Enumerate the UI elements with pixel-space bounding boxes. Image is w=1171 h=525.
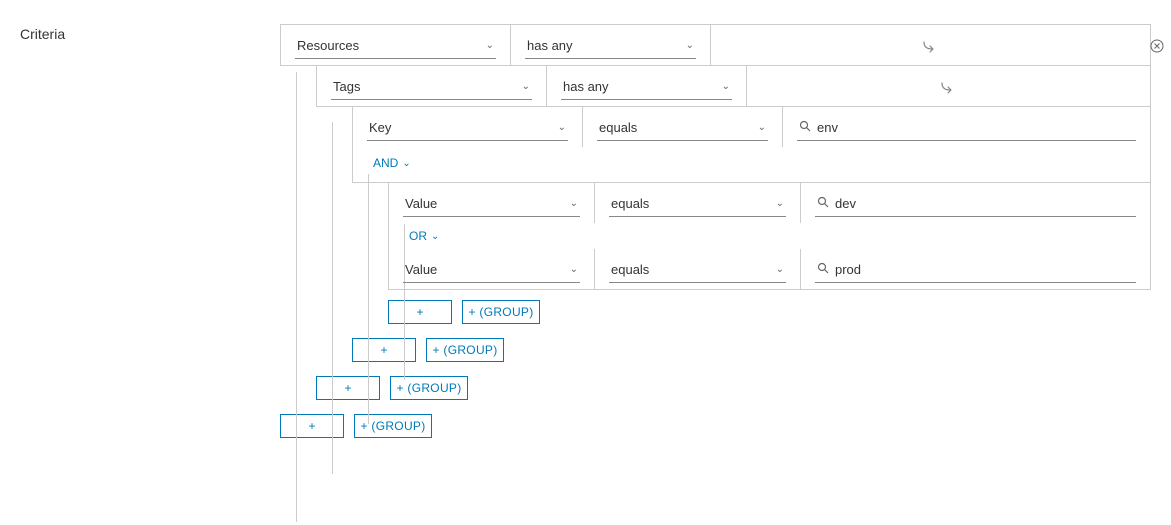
operator-select-value: equals xyxy=(611,196,649,211)
criteria-row-resources: Resources ⌄ has any ⌄ xyxy=(280,24,1151,66)
field-select-value: Resources xyxy=(297,38,359,53)
chevron-down-icon: ⌄ xyxy=(402,158,410,169)
operator-select[interactable]: has any ⌄ xyxy=(561,76,732,100)
add-group-button[interactable]: + (GROUP) xyxy=(426,338,504,362)
field-select-value: Value xyxy=(405,196,437,211)
search-icon xyxy=(817,262,829,277)
value-input[interactable]: dev xyxy=(815,193,1136,217)
field-select-value: Value xyxy=(405,262,437,277)
chevron-down-icon: ⌄ xyxy=(558,122,566,133)
logic-or-toggle[interactable]: OR ⌄ xyxy=(389,223,1150,249)
add-group-button[interactable]: + (GROUP) xyxy=(354,414,432,438)
delete-row-button[interactable] xyxy=(1149,38,1165,54)
operator-select[interactable]: has any ⌄ xyxy=(525,35,696,59)
add-group-button[interactable]: + (GROUP) xyxy=(390,376,468,400)
chevron-down-icon: ⌄ xyxy=(776,264,784,275)
logic-and-toggle[interactable]: AND ⌄ xyxy=(353,150,1150,176)
value-input-text: dev xyxy=(835,196,856,211)
chevron-down-icon: ⌄ xyxy=(570,198,578,209)
operator-select-value: equals xyxy=(611,262,649,277)
value-group: Value ⌄ equals ⌄ xyxy=(388,182,1151,290)
chevron-down-icon: ⌄ xyxy=(758,122,766,133)
value-placeholder xyxy=(725,35,1136,59)
value-input[interactable]: env xyxy=(797,117,1136,141)
add-group-button[interactable]: + (GROUP) xyxy=(462,300,540,324)
value-input-text: prod xyxy=(835,262,861,277)
field-select[interactable]: Value ⌄ xyxy=(403,259,580,283)
logic-or-label: OR xyxy=(409,229,427,243)
criteria-row-value-prod: Value ⌄ equals ⌄ xyxy=(389,249,1150,289)
chevron-down-icon: ⌄ xyxy=(686,40,694,51)
connector-line xyxy=(404,224,405,380)
field-select[interactable]: Key ⌄ xyxy=(367,117,568,141)
operator-select-value: has any xyxy=(563,79,609,94)
criteria-row-key-footer: AND ⌄ xyxy=(352,146,1151,183)
criteria-label: Criteria xyxy=(20,24,280,452)
field-select[interactable]: Value ⌄ xyxy=(403,193,580,217)
search-icon xyxy=(799,120,811,135)
criteria-row-tags: Tags ⌄ has any ⌄ xyxy=(316,65,1151,107)
chevron-down-icon: ⌄ xyxy=(486,40,494,51)
add-condition-button[interactable]: + xyxy=(388,300,452,324)
chevron-down-icon: ⌄ xyxy=(722,81,730,92)
enter-arrow-icon xyxy=(922,40,940,54)
connector-line xyxy=(368,174,369,424)
value-placeholder xyxy=(761,76,1136,100)
value-input[interactable]: prod xyxy=(815,259,1136,283)
field-select-value: Key xyxy=(369,120,391,135)
connector-line xyxy=(296,72,297,522)
add-condition-button[interactable]: + xyxy=(316,376,380,400)
operator-select[interactable]: equals ⌄ xyxy=(609,259,786,283)
criteria-builder: Resources ⌄ has any ⌄ xyxy=(280,24,1151,452)
chevron-down-icon: ⌄ xyxy=(570,264,578,275)
chevron-down-icon: ⌄ xyxy=(522,81,530,92)
criteria-row-key: Key ⌄ equals ⌄ env xyxy=(352,106,1151,147)
field-select[interactable]: Resources ⌄ xyxy=(295,35,496,59)
operator-select-value: has any xyxy=(527,38,573,53)
field-select[interactable]: Tags ⌄ xyxy=(331,76,532,100)
operator-select-value: equals xyxy=(599,120,637,135)
search-icon xyxy=(817,196,829,211)
add-condition-button[interactable]: + xyxy=(352,338,416,362)
chevron-down-icon: ⌄ xyxy=(431,231,439,242)
logic-and-label: AND xyxy=(373,156,398,170)
criteria-row-value-dev: Value ⌄ equals ⌄ xyxy=(389,183,1150,223)
connector-line xyxy=(332,122,333,474)
operator-select[interactable]: equals ⌄ xyxy=(597,117,768,141)
add-condition-button[interactable]: + xyxy=(280,414,344,438)
field-select-value: Tags xyxy=(333,79,360,94)
operator-select[interactable]: equals ⌄ xyxy=(609,193,786,217)
enter-arrow-icon xyxy=(940,81,958,95)
chevron-down-icon: ⌄ xyxy=(776,198,784,209)
value-input-text: env xyxy=(817,120,838,135)
